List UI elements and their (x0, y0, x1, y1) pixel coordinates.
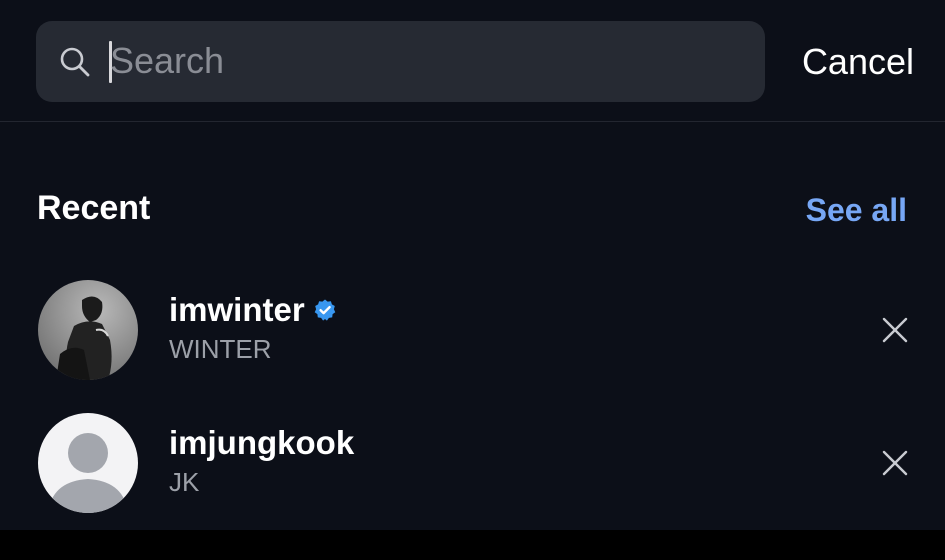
username: imwinter (169, 291, 305, 328)
username-line: imjungkook (169, 421, 354, 465)
search-bar[interactable] (36, 21, 765, 102)
bottom-bar (0, 530, 945, 560)
close-icon[interactable] (879, 447, 911, 479)
avatar[interactable] (38, 280, 138, 380)
search-input[interactable] (110, 31, 730, 91)
section-title-recent: Recent (37, 189, 151, 227)
avatar-photo (38, 280, 138, 380)
search-icon (60, 47, 90, 77)
recent-list-item[interactable]: imwinter WINTER (0, 280, 945, 390)
username-line: imwinter (169, 288, 337, 332)
fullname: JK (169, 467, 200, 497)
divider (0, 121, 945, 122)
verified-badge-icon (314, 299, 336, 321)
default-avatar-icon (38, 413, 138, 513)
avatar[interactable] (38, 413, 138, 513)
close-icon[interactable] (879, 314, 911, 346)
see-all-link[interactable]: See all (806, 189, 907, 231)
username: imjungkook (169, 424, 355, 461)
recent-list-item[interactable]: imjungkook JK (0, 413, 945, 523)
fullname: WINTER (169, 334, 272, 364)
search-screen: Cancel Recent See all imwinter (0, 0, 945, 530)
cancel-button[interactable]: Cancel (802, 40, 914, 84)
